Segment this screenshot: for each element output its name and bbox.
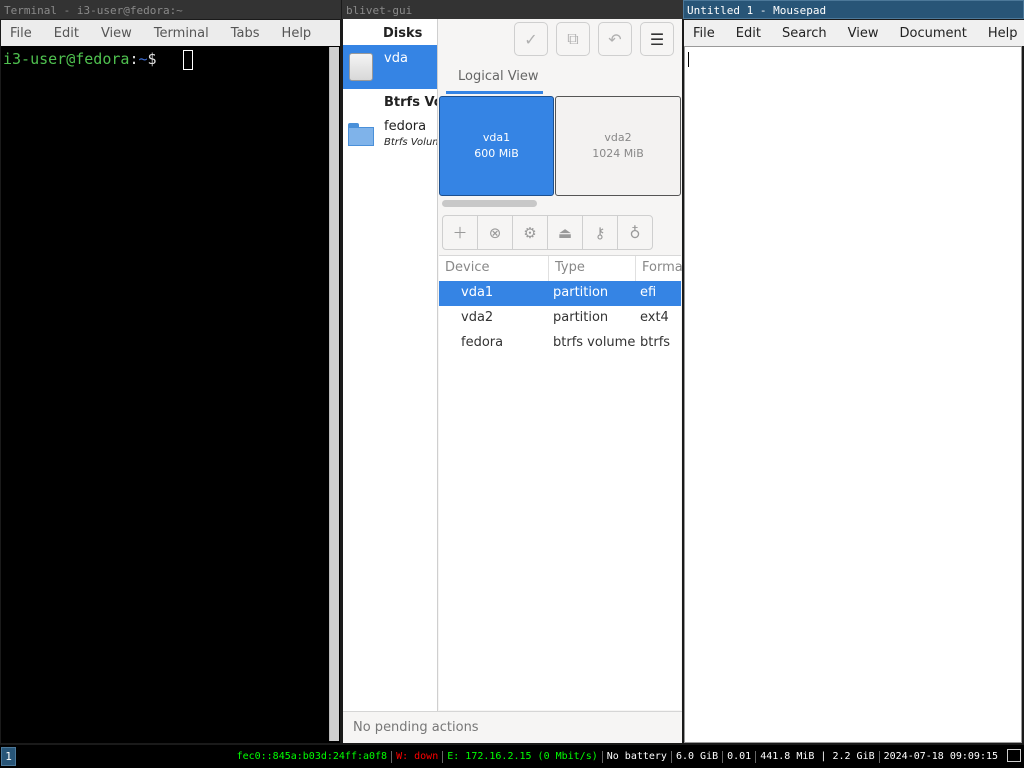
add-device-button[interactable]: ＋ bbox=[443, 216, 478, 249]
clear-icon: ⧉ bbox=[567, 29, 579, 48]
apply-button[interactable]: ✓ bbox=[514, 22, 548, 56]
row-type: btrfs volume bbox=[553, 335, 636, 350]
eject-icon: ⏏ bbox=[557, 223, 573, 242]
menu-edit[interactable]: Edit bbox=[54, 26, 79, 41]
menu-help[interactable]: Help bbox=[282, 26, 312, 41]
menu-file[interactable]: File bbox=[693, 26, 715, 41]
sidebar-item-vda[interactable]: vda bbox=[343, 45, 437, 89]
block-name: vda2 bbox=[604, 131, 632, 144]
table-row[interactable]: vda1 partition efi bbox=[439, 281, 681, 306]
delete-icon: ⊗ bbox=[488, 223, 502, 242]
text-editor-area[interactable] bbox=[684, 46, 1022, 743]
block-size: 1024 MiB bbox=[592, 147, 644, 160]
menu-search[interactable]: Search bbox=[782, 26, 827, 41]
table-row[interactable]: fedora btrfs volume btrfs bbox=[439, 331, 681, 356]
terminal-output-area[interactable] bbox=[1, 46, 340, 743]
sidebar-item-fedora[interactable]: fedora Btrfs Volum bbox=[343, 115, 437, 155]
disk-icon bbox=[349, 53, 373, 81]
partition-block-vda2[interactable]: vda2 1024 MiB bbox=[555, 96, 681, 196]
menu-edit[interactable]: Edit bbox=[736, 26, 761, 41]
pending-actions-status: No pending actions bbox=[343, 711, 682, 743]
row-format: btrfs bbox=[640, 335, 671, 350]
menu-file[interactable]: File bbox=[10, 26, 32, 41]
row-device: vda1 bbox=[461, 285, 494, 300]
prompt-path: ~ bbox=[138, 50, 148, 68]
menu-view[interactable]: View bbox=[101, 26, 132, 41]
block-size: 600 MiB bbox=[474, 147, 519, 160]
prompt-user: i3-user@fedora bbox=[3, 50, 130, 68]
ipv6-status: fec0::845a:b03d:24ff:a0f8 bbox=[233, 750, 393, 763]
workspace-button[interactable]: 1 bbox=[1, 747, 16, 766]
shell-prompt: i3-user@fedora:~$ bbox=[3, 50, 157, 68]
menu-tabs[interactable]: Tabs bbox=[231, 26, 260, 41]
menu-terminal[interactable]: Terminal bbox=[154, 26, 209, 41]
menu-help[interactable]: Help bbox=[988, 26, 1018, 41]
blivet-window-title[interactable]: blivet-gui bbox=[342, 0, 683, 19]
sidebar-volume-label: fedora bbox=[384, 119, 427, 134]
ethernet-status: E: 172.16.2.15 (0 Mbit/s) bbox=[443, 750, 603, 763]
datetime-status: 2024-07-18 09:09:15 bbox=[883, 750, 998, 762]
text-cursor bbox=[688, 52, 689, 67]
sidebar-volume-type: Btrfs Volum bbox=[384, 137, 437, 148]
key-icon: ⚷ bbox=[594, 223, 606, 242]
clear-actions-button[interactable]: ⧉ bbox=[556, 22, 590, 56]
table-row[interactable]: vda2 partition ext4 bbox=[439, 306, 681, 331]
partition-block-vda1[interactable]: vda1 600 MiB bbox=[439, 96, 554, 196]
edit-device-button[interactable]: ⚙ bbox=[513, 216, 548, 249]
plus-icon: ＋ bbox=[452, 224, 468, 242]
mousepad-menubar: File Edit Search View Document Help bbox=[684, 20, 1024, 46]
status-bar: 1 fec0::845a:b03d:24ff:a0f8 W: down E: 1… bbox=[0, 745, 1024, 768]
battery-status: No battery bbox=[603, 750, 672, 763]
menu-view[interactable]: View bbox=[848, 26, 879, 41]
terminal-scrollbar[interactable] bbox=[329, 47, 339, 741]
device-toolbar: ＋ ⊗ ⚙ ⏏ ⚷ ♁ bbox=[442, 215, 653, 250]
lightbulb-icon: ♁ bbox=[629, 223, 641, 242]
folder-icon bbox=[348, 123, 374, 147]
decrypt-button[interactable]: ⚷ bbox=[583, 216, 618, 249]
terminal-cursor bbox=[183, 50, 193, 70]
hamburger-icon: ☰ bbox=[649, 29, 665, 49]
tab-logical-view[interactable]: Logical View bbox=[458, 69, 539, 84]
undo-icon: ↶ bbox=[608, 29, 622, 49]
device-table: Device Type Forma vda1 partition efi vda… bbox=[439, 255, 683, 710]
device-sidebar: Disks vda Btrfs Vo fedora Btrfs Volum bbox=[343, 19, 438, 711]
menu-document[interactable]: Document bbox=[899, 26, 966, 41]
terminal-menubar: File Edit View Terminal Tabs Help bbox=[1, 20, 340, 46]
main-menu-button[interactable]: ☰ bbox=[640, 22, 674, 56]
unmount-button[interactable]: ⏏ bbox=[548, 216, 583, 249]
mousepad-window-title[interactable]: Untitled 1 - Mousepad bbox=[683, 0, 1024, 19]
row-format: efi bbox=[640, 285, 657, 300]
btrfs-heading: Btrfs Vo bbox=[384, 95, 437, 110]
status-blocks: fec0::845a:b03d:24ff:a0f8 W: down E: 172… bbox=[233, 745, 1002, 768]
disk-status: 6.0 GiB bbox=[672, 750, 724, 763]
delete-device-button[interactable]: ⊗ bbox=[478, 216, 513, 249]
column-device[interactable]: Device bbox=[445, 260, 489, 275]
memory-status: 441.8 MiB | 2.2 GiB bbox=[756, 750, 880, 763]
table-header: Device Type Forma bbox=[439, 256, 683, 282]
blocks-scrollbar[interactable] bbox=[442, 200, 537, 207]
row-type: partition bbox=[553, 310, 609, 325]
prompt-symbol: $ bbox=[147, 50, 157, 68]
gears-icon: ⚙ bbox=[523, 223, 537, 242]
tab-indicator bbox=[446, 91, 543, 94]
info-button[interactable]: ♁ bbox=[618, 216, 652, 249]
column-format[interactable]: Forma bbox=[642, 260, 683, 275]
undo-button[interactable]: ↶ bbox=[598, 22, 632, 56]
row-type: partition bbox=[553, 285, 609, 300]
load-status: 0.01 bbox=[723, 750, 757, 763]
sidebar-disk-label: vda bbox=[384, 51, 408, 66]
checkmark-icon: ✓ bbox=[524, 29, 538, 49]
row-format: ext4 bbox=[640, 310, 669, 325]
row-device: vda2 bbox=[461, 310, 494, 325]
block-name: vda1 bbox=[482, 131, 511, 144]
terminal-window-title[interactable]: Terminal - i3-user@fedora:~ bbox=[0, 0, 341, 19]
tray-network-icon[interactable] bbox=[1007, 749, 1021, 762]
wifi-status: W: down bbox=[392, 750, 444, 763]
row-device: fedora bbox=[461, 335, 504, 350]
column-type[interactable]: Type bbox=[555, 260, 585, 275]
